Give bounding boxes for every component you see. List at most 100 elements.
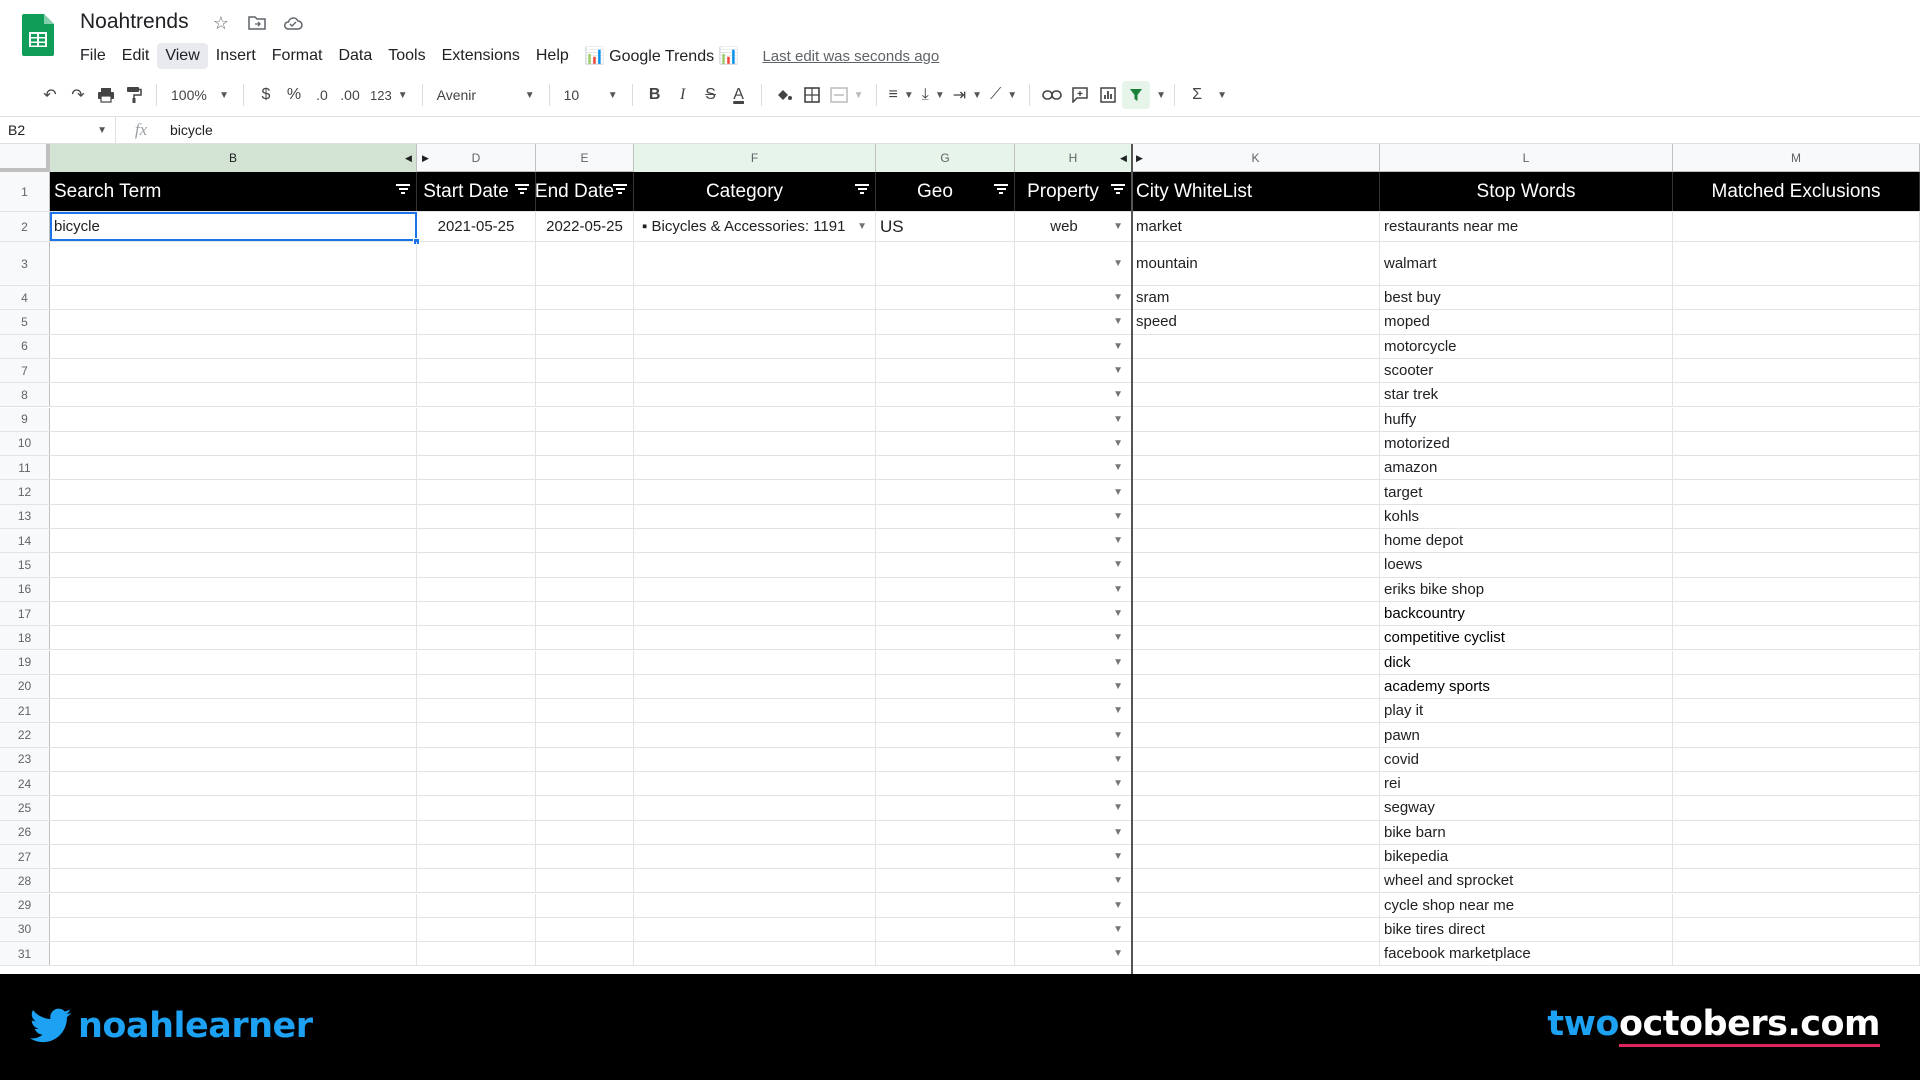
row-number[interactable]: 5 [0,310,50,334]
cell-geo[interactable] [876,723,1015,747]
cell-category[interactable] [634,334,876,358]
cell-end-date[interactable] [536,407,634,431]
cell-city-whitelist[interactable] [1132,358,1380,383]
cell-matched-exclusion[interactable] [1673,529,1920,553]
cell-city-whitelist[interactable] [1132,480,1380,504]
cell-category[interactable]: ▪ Bicycles & Accessories: 1191 ▼ [634,212,876,241]
column-header-d[interactable]: D [417,144,536,172]
merge-cells-icon[interactable]: ▼ [826,81,868,109]
row-number[interactable]: 26 [0,820,50,844]
cell-search-term[interactable] [50,796,417,820]
cell-stop-word[interactable]: walmart [1380,242,1673,285]
insert-chart-icon[interactable] [1094,81,1122,109]
cell-geo[interactable] [876,334,1015,358]
row-number[interactable]: 14 [0,529,50,553]
undo-icon[interactable]: ↶ [36,81,64,109]
cell-category[interactable] [634,650,876,674]
menu-extensions[interactable]: Extensions [434,43,528,69]
column-header-b[interactable]: B [50,144,417,172]
cell-end-date[interactable] [536,334,634,358]
more-formats-select[interactable]: 123 ▼ [364,81,414,109]
cell-search-term[interactable] [50,869,417,893]
strikethrough-button[interactable]: S [697,81,725,109]
zoom-select[interactable]: 100% ▼ [165,81,235,109]
cell-geo[interactable] [876,529,1015,553]
cell-search-term[interactable] [50,431,417,456]
column-header-g[interactable]: G [876,144,1015,172]
cell-search-term[interactable] [50,480,417,504]
cell-city-whitelist[interactable] [1132,383,1380,407]
menu-insert[interactable]: Insert [208,43,264,69]
cell-category[interactable] [634,601,876,626]
cell-geo[interactable] [876,844,1015,869]
cell-stop-word[interactable]: bikepedia [1380,844,1673,869]
cell-end-date[interactable] [536,358,634,383]
cell-category[interactable] [634,626,876,650]
cell-city-whitelist[interactable] [1132,723,1380,747]
cell-start-date[interactable] [417,844,536,869]
cell-geo[interactable] [876,796,1015,820]
cell-matched-exclusion[interactable] [1673,723,1920,747]
cell-search-term[interactable] [50,529,417,553]
cell-category[interactable] [634,480,876,504]
cell-category[interactable] [634,893,876,917]
cell-end-date[interactable] [536,310,634,334]
cell-matched-exclusion[interactable] [1673,480,1920,504]
cell-start-date[interactable] [417,796,536,820]
cell-property[interactable]: ▼ [1015,674,1132,699]
cell-matched-exclusion[interactable] [1673,286,1920,310]
cell-matched-exclusion[interactable] [1673,893,1920,917]
column-header-k[interactable]: K [1132,144,1380,172]
cell-end-date[interactable]: 2022-05-25 [536,212,634,241]
cell-end-date[interactable] [536,242,634,285]
cell-geo[interactable] [876,626,1015,650]
cell-start-date[interactable] [417,480,536,504]
cell-matched-exclusion[interactable] [1673,699,1920,723]
cell-stop-word[interactable]: restaurants near me [1380,212,1673,241]
row-number[interactable]: 29 [0,893,50,917]
cell-dropdown-chevron-icon[interactable]: ▼ [857,221,867,232]
row-number[interactable]: 19 [0,650,50,674]
cell-start-date[interactable] [417,772,536,796]
menu-format[interactable]: Format [264,43,331,69]
cell-start-date[interactable] [417,310,536,334]
percent-format-button[interactable]: % [280,81,308,109]
cell-city-whitelist[interactable] [1132,772,1380,796]
cell-end-date[interactable] [536,626,634,650]
cell-property[interactable]: ▼ [1015,286,1132,310]
cell-start-date[interactable]: 2021-05-25 [417,212,536,241]
cell-dropdown-chevron-icon[interactable]: ▼ [1113,535,1123,546]
cell-dropdown-chevron-icon[interactable]: ▼ [1113,705,1123,716]
cell-geo[interactable] [876,286,1015,310]
row-number[interactable]: 1 [0,172,50,211]
cell-stop-word[interactable]: competitive cyclist [1380,626,1673,650]
cell-geo[interactable] [876,772,1015,796]
cell-property[interactable]: ▼ [1015,529,1132,553]
cell-geo[interactable] [876,456,1015,480]
cell-category[interactable] [634,407,876,431]
cell-start-date[interactable] [417,334,536,358]
cell-city-whitelist[interactable] [1132,553,1380,577]
cell-dropdown-chevron-icon[interactable]: ▼ [1113,900,1123,911]
cell-start-date[interactable] [417,674,536,699]
cell-matched-exclusion[interactable] [1673,772,1920,796]
cell-start-date[interactable] [417,650,536,674]
cell-end-date[interactable] [536,553,634,577]
star-icon[interactable]: ☆ [210,12,232,34]
cell-stop-word[interactable]: best buy [1380,286,1673,310]
cell-stop-word[interactable]: huffy [1380,407,1673,431]
cell-category[interactable] [634,286,876,310]
cell-stop-word[interactable]: loews [1380,553,1673,577]
cell-end-date[interactable] [536,772,634,796]
decrease-decimal-button[interactable]: .0 [308,81,336,109]
google-sheets-logo-icon[interactable] [22,14,54,56]
cell-start-date[interactable] [417,504,536,528]
row-number[interactable]: 16 [0,577,50,601]
cell-property[interactable]: ▼ [1015,747,1132,771]
cell-category[interactable] [634,747,876,771]
cell-category[interactable] [634,869,876,893]
cell-dropdown-chevron-icon[interactable]: ▼ [1113,365,1123,376]
cell-dropdown-chevron-icon[interactable]: ▼ [1113,292,1123,303]
cell-search-term[interactable] [50,577,417,601]
cell-dropdown-chevron-icon[interactable]: ▼ [1113,341,1123,352]
